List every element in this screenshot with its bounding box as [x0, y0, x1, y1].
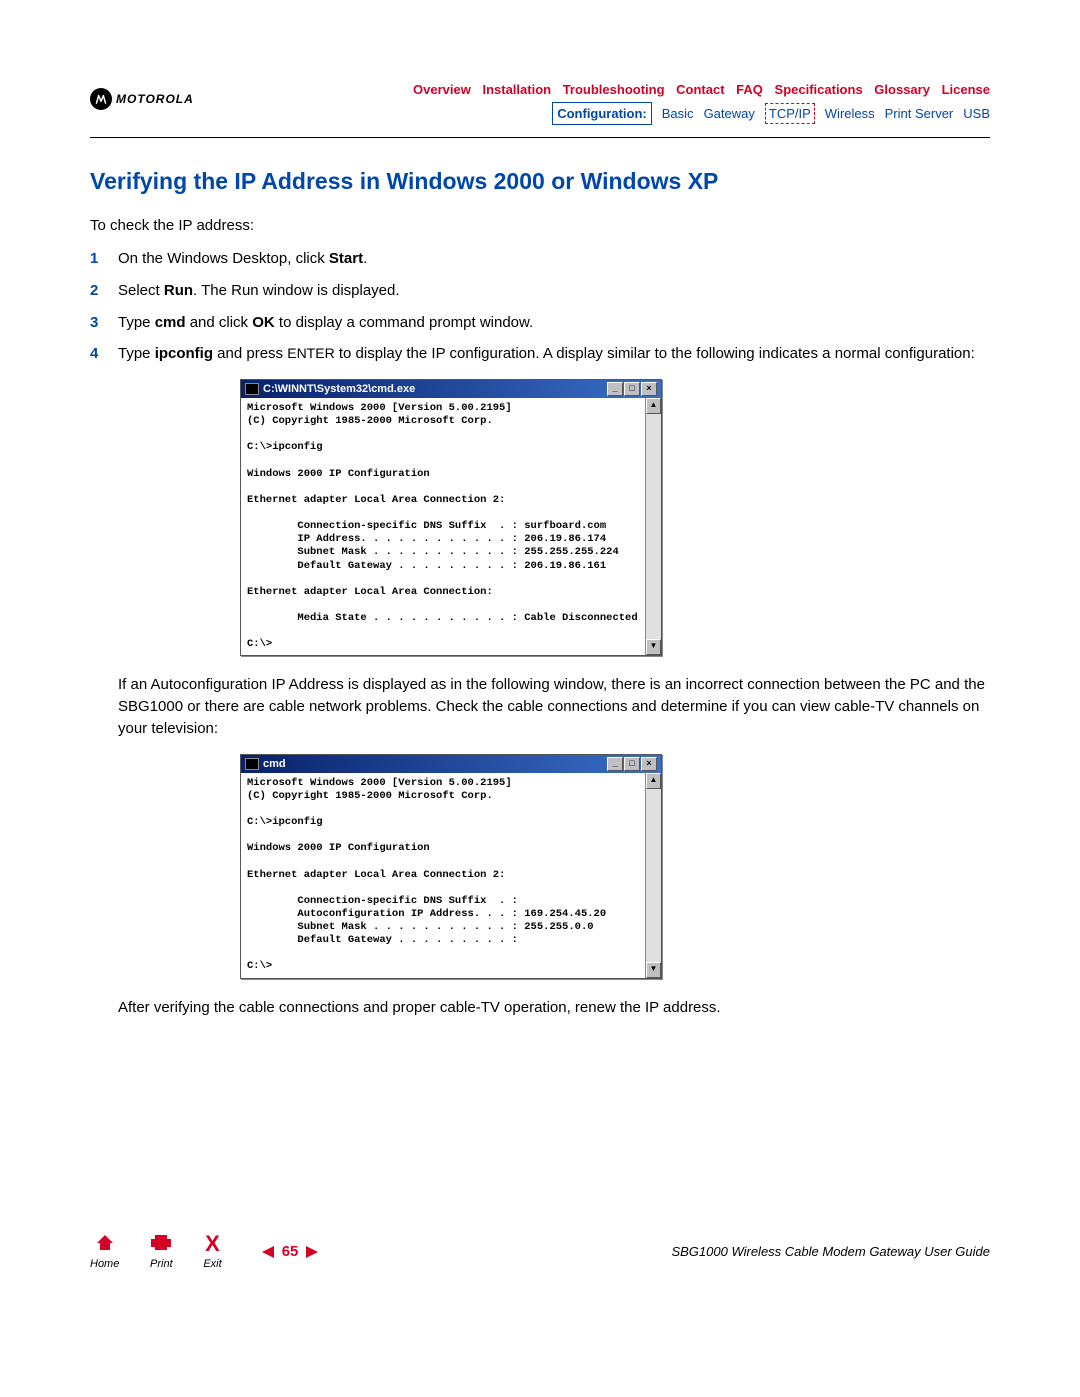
nav-usb[interactable]: USB: [963, 104, 990, 124]
nav-gateway[interactable]: Gateway: [704, 104, 755, 124]
cmd2-title-text: cmd: [263, 758, 603, 770]
cmd1-title-text: C:\WINNT\System32\cmd.exe: [263, 383, 603, 395]
nav-basic[interactable]: Basic: [662, 104, 694, 124]
page-number: 65: [282, 1243, 299, 1260]
scroll-down-icon[interactable]: ▼: [646, 639, 661, 655]
step-1: 1 On the Windows Desktop, click Start.: [90, 248, 990, 270]
step-1-text-c: .: [363, 250, 367, 267]
cmd-icon: [245, 383, 259, 395]
close-icon[interactable]: ×: [641, 757, 657, 771]
nav-license[interactable]: License: [942, 82, 990, 97]
scroll-up-icon[interactable]: ▲: [646, 398, 661, 414]
cmd-icon: [245, 758, 259, 770]
nav-faq[interactable]: FAQ: [736, 82, 763, 97]
exit-icon: X: [205, 1231, 220, 1256]
exit-label: Exit: [203, 1258, 221, 1270]
print-icon: [149, 1233, 173, 1251]
home-label: Home: [90, 1258, 119, 1270]
step-3-text-c: and click: [186, 314, 253, 331]
cmd1-scrollbar[interactable]: ▲ ▼: [645, 398, 661, 655]
para-after-verify: After verifying the cable connections an…: [118, 997, 990, 1019]
step-4-enter: ENTER: [287, 345, 334, 361]
scroll-down-icon[interactable]: ▼: [646, 962, 661, 978]
step-4-ipconfig: ipconfig: [155, 345, 213, 362]
step-2-text-a: Select: [118, 282, 164, 299]
step-3: 3 Type cmd and click OK to display a com…: [90, 312, 990, 334]
prev-page-button[interactable]: [262, 1246, 274, 1258]
nav-secondary: Configuration: Basic Gateway TCP/IP Wire…: [405, 102, 990, 126]
nav-wireless[interactable]: Wireless: [825, 104, 875, 124]
nav-printserver[interactable]: Print Server: [885, 104, 954, 124]
cmd-window-1: C:\WINNT\System32\cmd.exe _ □ × Microsof…: [240, 379, 662, 656]
nav-specifications[interactable]: Specifications: [775, 82, 863, 97]
minimize-icon[interactable]: _: [607, 382, 623, 396]
step-4: 4 Type ipconfig and press ENTER to displ…: [90, 343, 990, 365]
step-3-ok: OK: [252, 314, 275, 331]
cmd2-output: Microsoft Windows 2000 [Version 5.00.219…: [241, 773, 645, 978]
intro-text: To check the IP address:: [90, 217, 990, 234]
next-page-button[interactable]: [306, 1246, 318, 1258]
nav-primary: Overview Installation Troubleshooting Co…: [405, 80, 990, 100]
brand-text: MOTOROLA: [116, 92, 194, 106]
print-label: Print: [149, 1258, 173, 1270]
nav-overview[interactable]: Overview: [413, 82, 471, 97]
motorola-icon: [90, 88, 112, 110]
nav-configuration-label: Configuration:: [552, 102, 652, 126]
step-4-text-c: and press: [213, 345, 287, 362]
home-icon: [95, 1233, 115, 1251]
step-1-start: Start: [329, 250, 363, 267]
maximize-icon[interactable]: □: [624, 382, 640, 396]
step-4-text-e: to display the IP configuration. A displ…: [335, 345, 975, 362]
home-button[interactable]: Home: [90, 1233, 119, 1270]
nav-contact[interactable]: Contact: [676, 82, 724, 97]
cmd2-titlebar: cmd _ □ ×: [241, 755, 661, 773]
step-2-text-c: . The Run window is displayed.: [193, 282, 400, 299]
para-autoconfig: If an Autoconfiguration IP Address is di…: [118, 674, 990, 739]
step-2: 2 Select Run. The Run window is displaye…: [90, 280, 990, 302]
divider: [90, 137, 990, 138]
nav-tcpip[interactable]: TCP/IP: [765, 103, 815, 125]
nav-installation[interactable]: Installation: [482, 82, 551, 97]
step-4-text-a: Type: [118, 345, 155, 362]
step-1-text-a: On the Windows Desktop, click: [118, 250, 329, 267]
step-2-run: Run: [164, 282, 193, 299]
minimize-icon[interactable]: _: [607, 757, 623, 771]
nav-glossary[interactable]: Glossary: [874, 82, 930, 97]
step-3-cmd: cmd: [155, 314, 186, 331]
step-3-text-a: Type: [118, 314, 155, 331]
nav-troubleshooting[interactable]: Troubleshooting: [563, 82, 665, 97]
brand-logo: MOTOROLA: [90, 88, 194, 110]
step-list: 1 On the Windows Desktop, click Start. 2…: [90, 248, 990, 365]
print-button[interactable]: Print: [149, 1233, 173, 1270]
maximize-icon[interactable]: □: [624, 757, 640, 771]
exit-button[interactable]: X Exit: [203, 1235, 221, 1270]
step-3-text-e: to display a command prompt window.: [275, 314, 533, 331]
scroll-up-icon[interactable]: ▲: [646, 773, 661, 789]
cmd-window-2: cmd _ □ × Microsoft Windows 2000 [Versio…: [240, 754, 662, 979]
close-icon[interactable]: ×: [641, 382, 657, 396]
footer-bar: Home Print X Exit 65 SBG1000 Wireless Ca…: [90, 1233, 990, 1270]
cmd1-output: Microsoft Windows 2000 [Version 5.00.219…: [241, 398, 645, 655]
cmd1-titlebar: C:\WINNT\System32\cmd.exe _ □ ×: [241, 380, 661, 398]
guide-title: SBG1000 Wireless Cable Modem Gateway Use…: [671, 1244, 990, 1259]
cmd2-scrollbar[interactable]: ▲ ▼: [645, 773, 661, 978]
page-title: Verifying the IP Address in Windows 2000…: [90, 168, 990, 195]
pager: 65: [262, 1243, 319, 1260]
header-bar: MOTOROLA Overview Installation Troublesh…: [90, 80, 990, 125]
